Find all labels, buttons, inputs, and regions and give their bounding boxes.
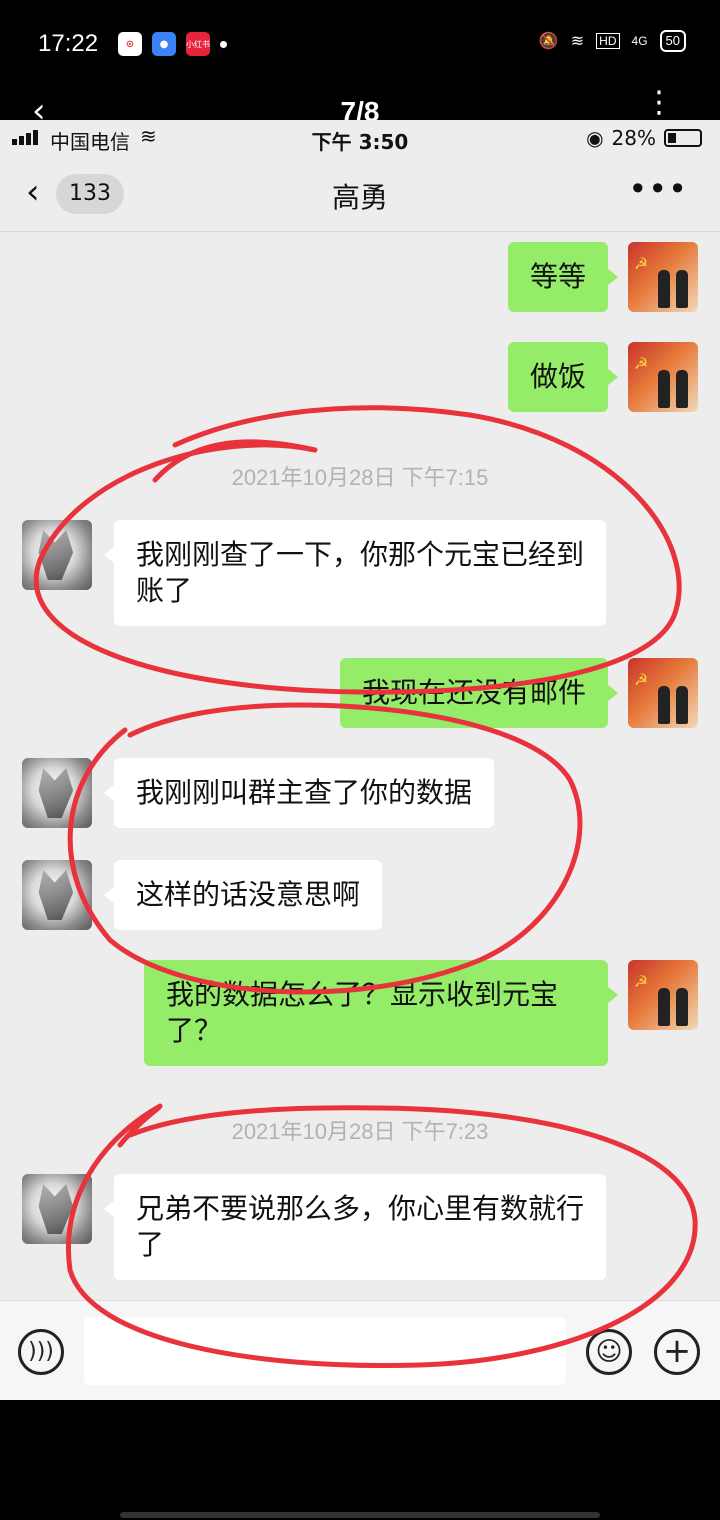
self-avatar[interactable]: ☭	[628, 658, 698, 728]
mute-icon: 🔕	[538, 33, 559, 50]
message-bubble-other[interactable]: 兄弟不要说那么多，你心里有数就行了	[104, 1174, 606, 1280]
plus-icon[interactable]: +	[654, 1329, 700, 1375]
message-bubble-self[interactable]: 等等	[507, 242, 619, 312]
chat-app-icon: ●	[152, 32, 176, 56]
message-bubble-other[interactable]: 这样的话没意思啊	[103, 860, 383, 930]
chat-timestamp: 2021年10月28日 下午7:23	[231, 1119, 489, 1144]
wifi-icon: ≋	[570, 33, 585, 50]
chat-input-bar: ))) ☺ +	[0, 1300, 720, 1400]
inner-status-right: ◉ 28%	[586, 126, 702, 150]
contact-avatar[interactable]	[22, 860, 92, 930]
network-label: 4G	[631, 34, 648, 48]
chat-timestamp: 2021年10月28日 下午7:15	[231, 465, 489, 490]
map-app-icon: ⊙	[118, 32, 142, 56]
chat-title: 高勇	[331, 181, 388, 214]
inner-battery-percent: 28%	[611, 126, 656, 150]
chat-header: ‹ 133 高勇 •••	[0, 156, 720, 232]
xiaohongshu-app-icon: 小红书	[186, 32, 210, 56]
message-bubble-self[interactable]: 做饭	[507, 342, 619, 412]
message-bubble-self[interactable]: 我现在还没有邮件	[339, 658, 619, 728]
inner-status-bar: 中国电信 ≋ 下午 3:50 ◉ 28%	[0, 120, 720, 156]
notification-icons: ⊙ ● 小红书	[118, 32, 227, 56]
more-notifications-dot	[220, 40, 227, 48]
viewer-more-icon[interactable]: ⋮	[644, 88, 674, 118]
hd-icon: HD	[596, 33, 620, 49]
rotation-lock-icon: ◉	[586, 126, 604, 150]
more-options-icon[interactable]: •••	[628, 170, 688, 208]
message-input[interactable]	[84, 1317, 566, 1385]
outer-clock: 17:22	[38, 30, 99, 57]
self-avatar[interactable]: ☭	[628, 242, 698, 312]
self-avatar[interactable]: ☭	[628, 342, 698, 412]
chat-screenshot: 中国电信 ≋ 下午 3:50 ◉ 28% ‹ 133 高勇 ••• 等等 ☭ 做…	[0, 120, 720, 1400]
message-bubble-other[interactable]: 我刚刚叫群主查了你的数据	[103, 758, 495, 828]
voice-icon[interactable]: )))	[18, 1329, 64, 1375]
outer-status-icons: 🔕 ≋ HD 4G 50	[539, 30, 686, 52]
battery-icon	[664, 129, 702, 147]
outer-battery: 50	[659, 30, 686, 52]
image-viewer-bar: ‹ 7/8 ⋮	[0, 88, 720, 129]
message-bubble-other[interactable]: 我刚刚查了一下，你那个元宝已经到账了	[104, 520, 606, 626]
emoji-icon[interactable]: ☺	[586, 1329, 632, 1375]
home-indicator	[120, 1512, 600, 1518]
outer-status-bar: 17:22 ⊙ ● 小红书 🔕 ≋ HD 4G 50	[0, 0, 720, 90]
message-bubble-self[interactable]: 我的数据怎么了？显示收到元宝了？	[144, 960, 618, 1066]
contact-avatar[interactable]	[22, 520, 92, 590]
contact-avatar[interactable]	[22, 758, 92, 828]
contact-avatar[interactable]	[22, 1174, 92, 1244]
self-avatar[interactable]: ☭	[628, 960, 698, 1030]
